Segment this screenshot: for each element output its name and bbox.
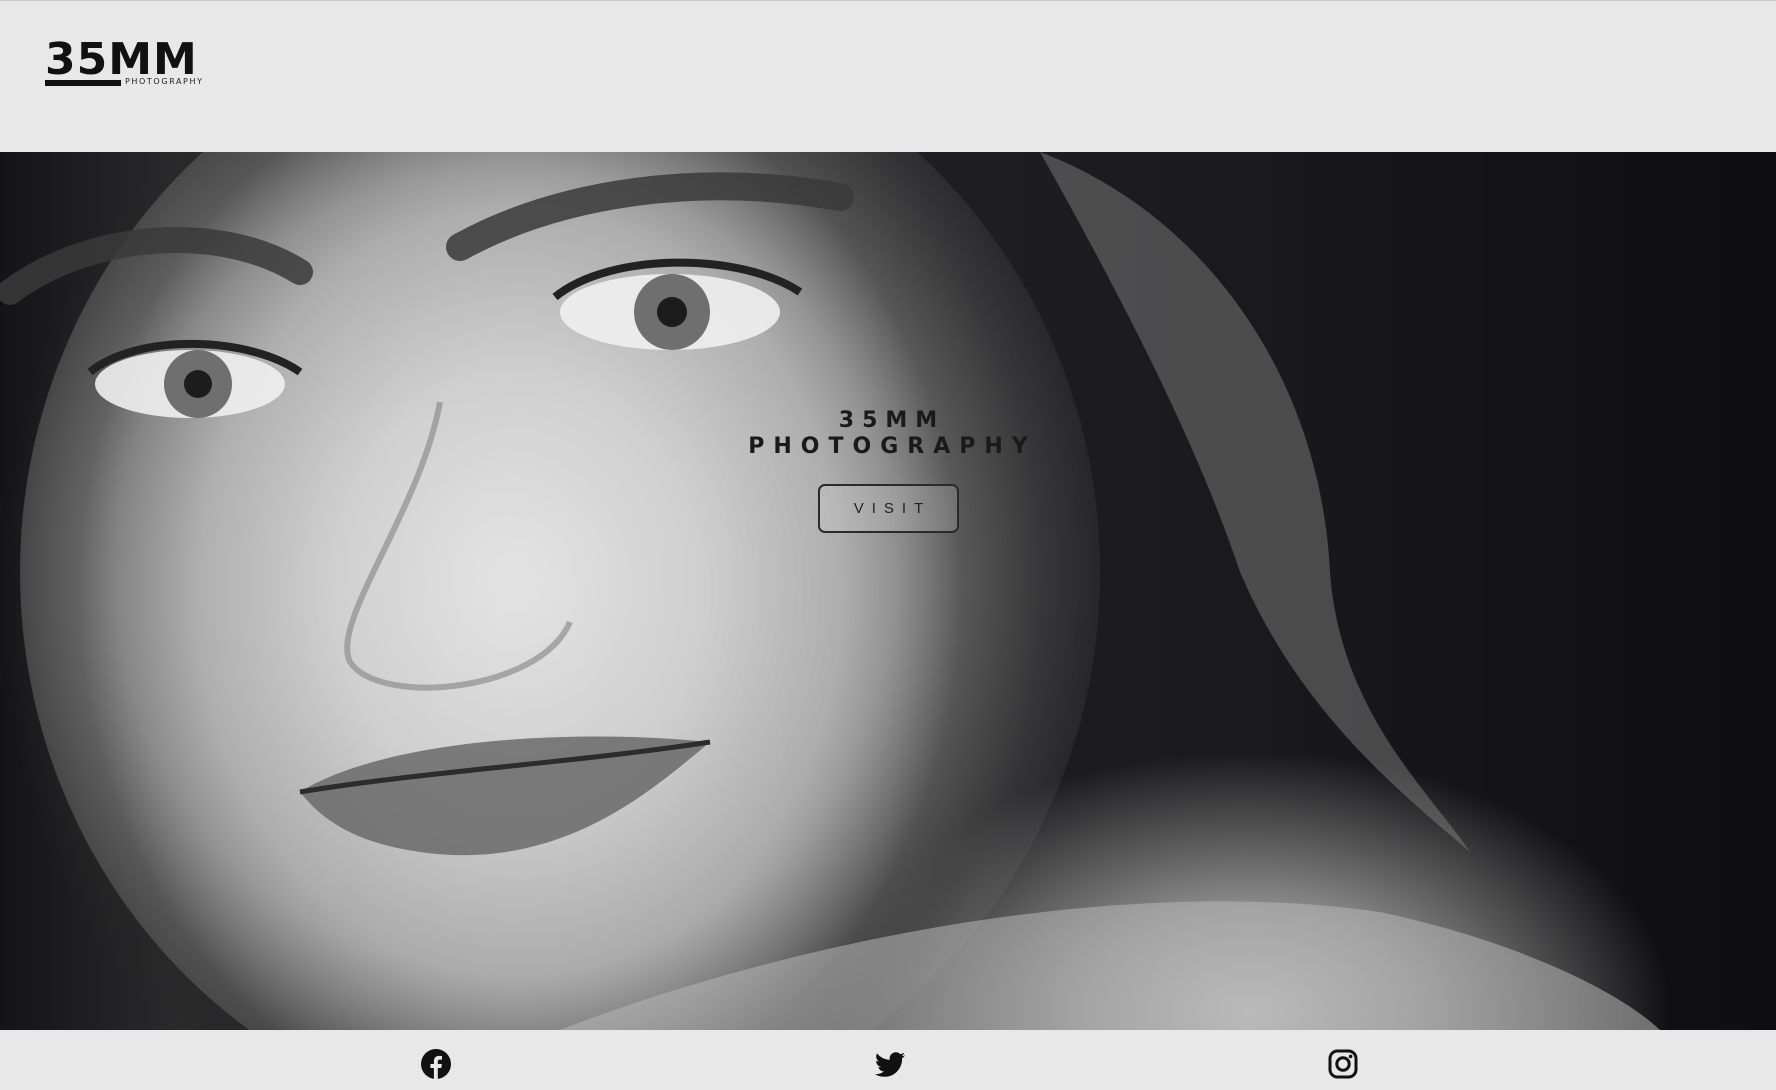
site-logo[interactable]: 35MM PHOTOGRAPHY [45,37,215,89]
site-header: 35MM PHOTOGRAPHY [0,1,1776,152]
site-footer [0,1030,1776,1090]
instagram-link[interactable] [1327,1048,1359,1080]
hero-title-line1: 35MM [838,408,946,433]
hero-section: 35MM PHOTOGRAPHY VISIT [0,152,1776,1030]
visit-button[interactable]: VISIT [818,484,959,533]
logo-underline [45,80,121,86]
hero-title-line2: PHOTOGRAPHY [748,434,1037,459]
page: 35MM PHOTOGRAPHY 35MM PHOTOGRAPHY VISIT [0,0,1776,1090]
facebook-icon [421,1049,451,1079]
hero-title: 35MM PHOTOGRAPHY [0,408,1776,460]
twitter-link[interactable] [874,1048,906,1080]
facebook-link[interactable] [420,1048,452,1080]
hero-portrait-image [0,152,1660,1030]
logo-subtitle: PHOTOGRAPHY [125,77,204,86]
twitter-icon [874,1052,906,1077]
instagram-icon [1328,1049,1358,1079]
